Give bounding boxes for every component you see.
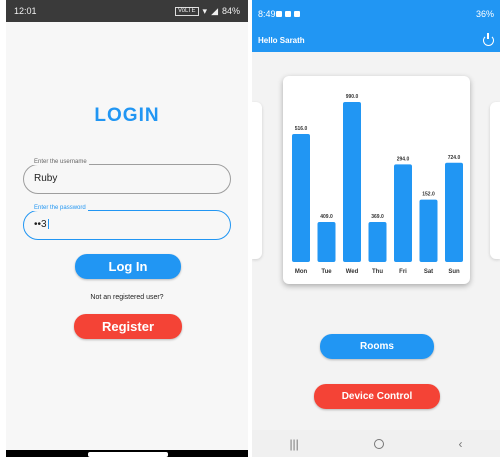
x-tick-label: Wed [346,269,359,275]
bar-thu [368,222,387,262]
device-control-button[interactable]: Device Control [314,384,440,409]
rooms-button[interactable]: Rooms [320,334,434,359]
status-time: 8:49 [258,9,276,19]
bar-fri [394,164,412,262]
x-tick-label: Sun [448,269,460,275]
wifi-icon: ▾ [202,5,208,16]
home-button[interactable] [373,438,384,449]
login-button[interactable]: Log In [75,254,181,279]
username-field[interactable]: Enter the username Ruby [23,159,231,194]
x-tick-label: Mon [295,269,308,275]
password-label: Enter the password [32,205,88,211]
username-label: Enter the username [32,159,89,165]
volte-badge: VoLTE [174,6,199,16]
bar-chart-card: 516.0 Mon 409.0 Tue 990.0 Wed 369.0 Thu 294.0 Fri… [283,76,470,284]
back-button[interactable]: ‹ [459,437,463,451]
x-tick-label: Tue [321,269,332,275]
username-value: Ruby [34,173,58,184]
dashboard-screen: 8:49 36% Hello Sarath 516.0 Mon 409.0 Tue 99… [252,0,500,457]
x-tick-label: Fri [399,269,407,275]
battery-text: 36% [475,9,494,19]
system-nav-bar: ||| ‹ [252,430,500,457]
x-tick-label: Thu [372,269,383,275]
bar-wed [343,102,361,262]
status-time: 12:01 [14,6,37,16]
app-bar: Hello Sarath [252,28,500,52]
bar-value-label: 724.0 [448,155,461,161]
screenshot-stage: 12:01 VoLTE ▾ ◢ 84% LOGIN Enter the user… [0,0,500,457]
password-field[interactable]: Enter the password ••3 [23,205,231,240]
text-cursor [47,219,49,230]
nav-bar [6,450,248,457]
battery-text: 84% [221,6,240,16]
home-indicator[interactable] [88,452,168,457]
bar-value-label: 990.0 [346,94,359,100]
bar-value-label: 516.0 [295,126,308,132]
bar-value-label: 369.0 [371,214,384,220]
bar-value-label: 409.0 [320,214,333,220]
notification-icon [284,11,291,17]
bar-sun [445,162,463,262]
login-screen: 12:01 VoLTE ▾ ◢ 84% LOGIN Enter the user… [6,0,248,457]
bar-tue [317,222,336,262]
notification-icon [275,11,282,17]
status-bar: 12:01 VoLTE ▾ ◢ 84% [6,0,248,22]
notification-icon [293,11,300,17]
bar-chart: 516.0 Mon 409.0 Tue 990.0 Wed 369.0 Thu 294.0 Fri… [292,94,463,275]
bar-sat [419,199,438,262]
notification-icons [275,11,300,17]
recents-button[interactable]: ||| [289,437,298,451]
bar-value-label: 294.0 [397,156,410,162]
bar-value-label: 152.0 [422,192,435,198]
login-body: LOGIN Enter the username Ruby Enter the … [6,22,248,450]
power-icon[interactable] [483,32,494,46]
signal-icon: ◢ [211,5,218,16]
page-title: LOGIN [94,105,160,126]
bar-mon [292,134,310,262]
prev-card-peek[interactable] [252,102,262,259]
not-registered-text: Not an registered user? [90,294,164,301]
next-card-peek[interactable] [490,102,500,259]
x-tick-label: Sat [424,269,433,275]
status-bar: 8:49 36% [252,0,500,28]
password-value: ••3 [34,219,47,230]
register-button[interactable]: Register [74,314,182,339]
app-bar-title: Hello Sarath [258,35,305,45]
